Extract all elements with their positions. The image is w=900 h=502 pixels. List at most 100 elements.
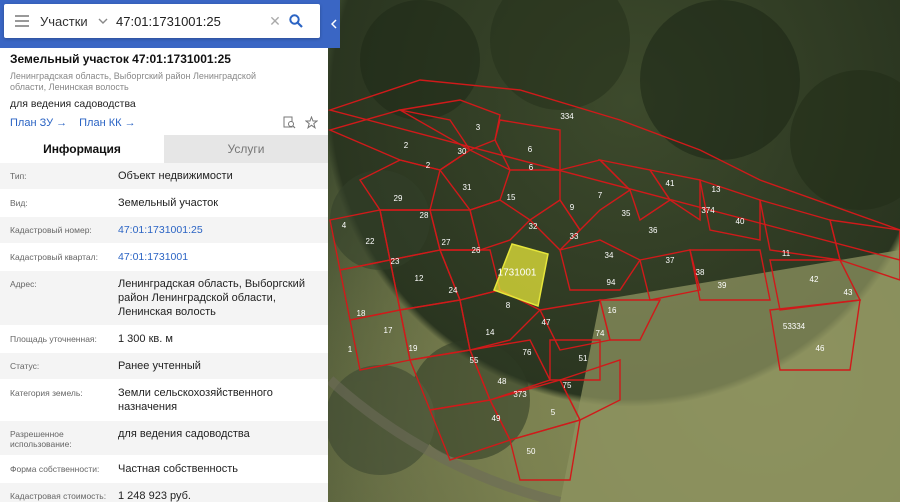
parcel-number: 18 xyxy=(357,309,366,318)
row-label: Площадь уточненная: xyxy=(10,334,97,344)
chevron-left-icon xyxy=(331,19,337,29)
row-label: Кадастровый квартал: xyxy=(10,252,98,262)
row-value: 1 248 923 руб. xyxy=(118,490,191,502)
parcel-number: 11 xyxy=(782,249,791,258)
collapse-panel-button[interactable] xyxy=(328,0,340,48)
page-title: Земельный участок 47:01:1731001:25 xyxy=(10,52,231,66)
parcel-outline[interactable] xyxy=(469,199,532,251)
plan-kk-link[interactable]: План КК → xyxy=(79,117,135,129)
parcel-number: 32 xyxy=(529,222,538,231)
parcel-number: 27 xyxy=(442,238,451,247)
table-row: Кадастровый квартал: 47:01:1731001 xyxy=(0,244,328,271)
table-row: Форма собственности: Частная собственност… xyxy=(0,456,328,483)
row-label: Кадастровая стоимость: xyxy=(10,491,107,501)
parcel-number: 41 xyxy=(666,179,675,188)
search-document-icon[interactable] xyxy=(282,116,296,130)
parcel-number: 8 xyxy=(506,301,511,310)
parcel-number: 36 xyxy=(649,226,658,235)
table-row: Вид: Земельный участок xyxy=(0,190,328,217)
parcel-outline[interactable] xyxy=(559,159,632,232)
table-row: Площадь уточненная: 1 300 кв. м xyxy=(0,326,328,353)
row-value: Объект недвижимости xyxy=(118,170,233,182)
parcel-number: 7 xyxy=(598,191,603,200)
row-label: Форма собственности: xyxy=(10,464,100,474)
info-panel: Земельный участок 47:01:1731001:25 Ленин… xyxy=(0,48,328,502)
parcel-outline[interactable] xyxy=(349,309,411,371)
plan-zu-link[interactable]: План ЗУ → xyxy=(10,117,67,129)
tab-services[interactable]: Услуги xyxy=(164,135,328,163)
parcel-number: 46 xyxy=(816,344,825,353)
search-category[interactable]: Участки xyxy=(40,14,96,29)
table-row: Разрешенное использование: для ведения са… xyxy=(0,421,328,456)
parcel-outline[interactable] xyxy=(559,239,642,291)
selected-parcel-label: 1731001 xyxy=(498,268,537,279)
row-label: Разрешенное использование: xyxy=(10,429,72,449)
parcel-number: 53334 xyxy=(783,322,806,331)
parcel-number: 74 xyxy=(596,329,605,338)
row-value: Земельный участок xyxy=(118,197,219,209)
parcel-outline[interactable] xyxy=(327,109,471,171)
row-label: Статус: xyxy=(10,361,40,371)
chevron-down-icon[interactable] xyxy=(96,14,110,28)
star-icon[interactable] xyxy=(304,116,318,130)
parcel-number: 37 xyxy=(666,256,675,265)
menu-icon[interactable] xyxy=(4,4,40,38)
parcel-number: 28 xyxy=(420,211,429,220)
parcel-number: 374 xyxy=(701,206,715,215)
parcel-number: 55 xyxy=(470,356,479,365)
parcel-number: 4 xyxy=(342,221,347,230)
row-value: Ранее учтенный xyxy=(118,360,201,372)
parcel-outline[interactable] xyxy=(648,168,701,222)
parcel-number: 35 xyxy=(622,209,631,218)
row-value[interactable]: 47:01:1731001 xyxy=(118,250,318,264)
purpose-text: для ведения садоводства xyxy=(10,98,136,110)
table-row: Адрес: Ленинградская область, Выборгский … xyxy=(0,271,328,326)
row-value: Ленинградская область, Выборгский район … xyxy=(118,278,305,318)
clear-icon[interactable]: ✕ xyxy=(266,13,284,30)
info-table: Тип: Объект недвижимости Вид: Земельный уча… xyxy=(0,163,328,502)
parcel-number: 76 xyxy=(523,348,532,357)
search-input[interactable] xyxy=(116,13,266,29)
parcel-number: 17 xyxy=(384,326,393,335)
parcel-number: 34 xyxy=(605,251,614,260)
parcel-number: 19 xyxy=(409,344,418,353)
parcel-number: 26 xyxy=(472,246,481,255)
parcel-outline[interactable] xyxy=(438,149,511,211)
parcel-number: 5 xyxy=(551,408,556,417)
parcel-number: 40 xyxy=(736,217,745,226)
parcel-number: 16 xyxy=(608,306,617,315)
parcel-number: 3 xyxy=(476,123,481,132)
parcel-number: 30 xyxy=(458,147,467,156)
parcel-number: 6 xyxy=(529,163,534,172)
parcel-outline[interactable] xyxy=(429,209,481,251)
row-value: Частная собственность xyxy=(118,463,239,475)
parcel-number: 29 xyxy=(394,194,403,203)
tab-info[interactable]: Информация xyxy=(0,135,164,163)
row-label: Вид: xyxy=(10,198,28,208)
parcel-number: 43 xyxy=(844,288,853,297)
parcel-number: 49 xyxy=(492,414,501,423)
parcel-number: 1 xyxy=(348,345,353,354)
parcel-number: 12 xyxy=(415,274,424,283)
parcel-number: 9 xyxy=(570,203,575,212)
search-icon[interactable] xyxy=(284,9,308,33)
table-row: Кадастровая стоимость: 1 248 923 руб. xyxy=(0,483,328,502)
parcel-number: 6 xyxy=(528,145,533,154)
parcel-number: 24 xyxy=(449,286,458,295)
search-bar: Участки ✕ xyxy=(4,4,320,38)
parcel-number: 42 xyxy=(810,275,819,284)
row-value[interactable]: 47:01:1731001:25 xyxy=(118,223,318,237)
parcel-number: 22 xyxy=(366,237,375,246)
parcel-number: 23 xyxy=(391,257,400,266)
parcel-number: 50 xyxy=(527,447,536,456)
table-row: Кадастровый номер: 47:01:1731001:25 xyxy=(0,217,328,244)
parcel-outline[interactable] xyxy=(339,259,401,321)
parcel-number: 373 xyxy=(513,390,527,399)
parcel-number: 75 xyxy=(563,381,572,390)
parcel-number: 14 xyxy=(486,328,495,337)
row-value: Земли сельскохозяйственного назначения xyxy=(118,387,273,413)
table-row: Тип: Объект недвижимости xyxy=(0,163,328,190)
table-row: Категория земель: Земли сельскохозяйствен… xyxy=(0,380,328,421)
tab-bar: Информация Услуги xyxy=(0,135,328,163)
parcel-outline[interactable] xyxy=(759,199,841,261)
